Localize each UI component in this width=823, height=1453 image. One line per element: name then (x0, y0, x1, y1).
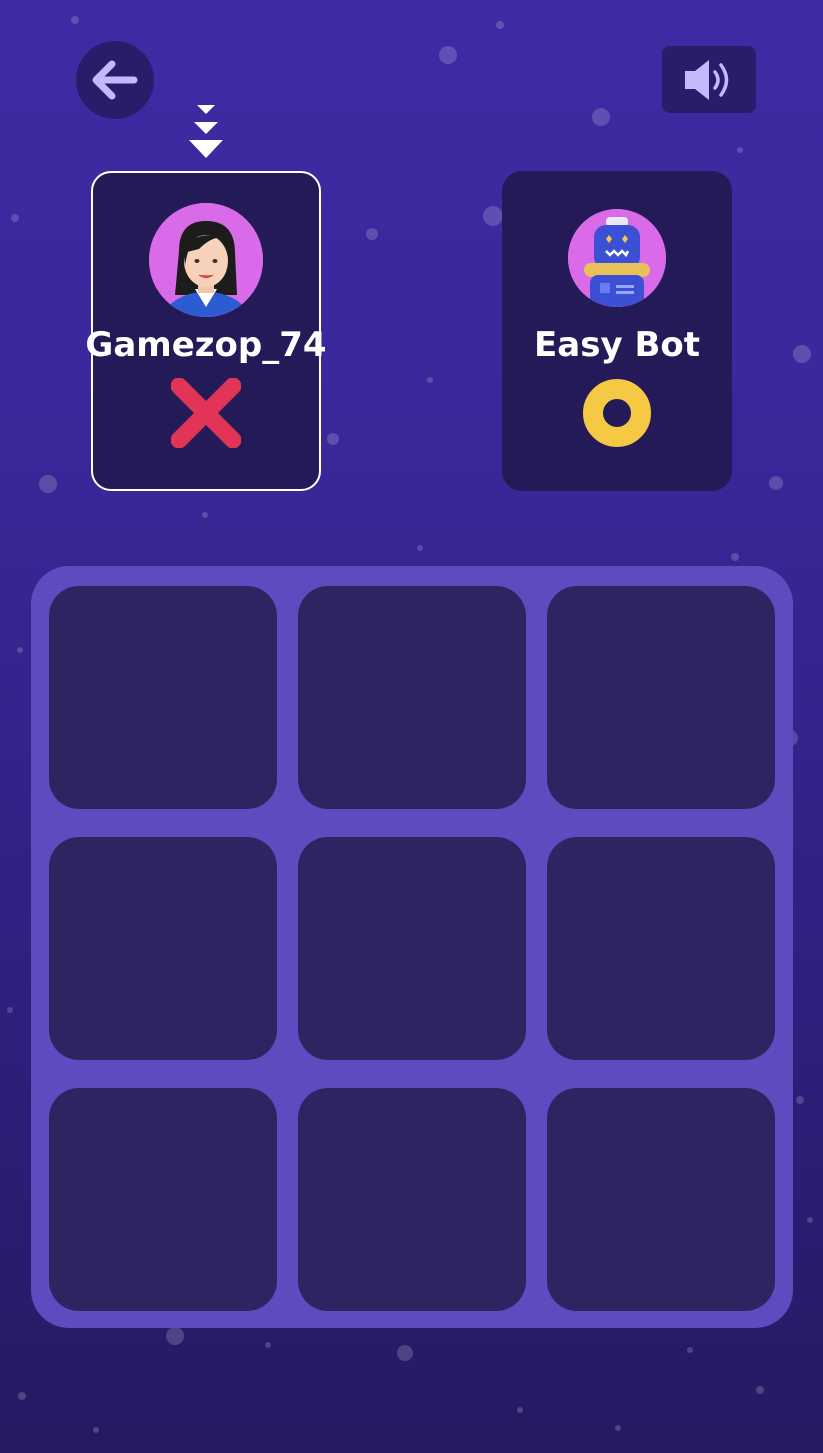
board-cell-4[interactable] (49, 837, 277, 1060)
board-cell-6[interactable] (547, 837, 775, 1060)
player-name: Easy Bot (534, 325, 700, 365)
back-button[interactable] (76, 41, 154, 119)
speaker-icon (681, 56, 737, 104)
game-board (31, 566, 793, 1328)
board-cell-8[interactable] (298, 1088, 526, 1311)
turn-indicator (186, 102, 226, 160)
player-name: Gamezop_74 (85, 325, 327, 365)
board-cell-3[interactable] (547, 586, 775, 809)
board-cell-7[interactable] (49, 1088, 277, 1311)
board-cell-5[interactable] (298, 837, 526, 1060)
board-cell-1[interactable] (49, 586, 277, 809)
arrow-left-icon (90, 60, 140, 100)
chevron-down-icon (186, 105, 226, 164)
board-cell-9[interactable] (547, 1088, 775, 1311)
player-card-bot: Easy Bot (502, 171, 732, 491)
x-mark-icon (170, 377, 242, 449)
sound-toggle-button[interactable] (662, 46, 756, 113)
woman-avatar-icon (149, 203, 263, 317)
player-card-human: Gamezop_74 (85, 171, 327, 491)
board-cell-2[interactable] (298, 586, 526, 809)
o-mark-icon (582, 378, 652, 448)
robot-avatar-icon (568, 209, 666, 307)
